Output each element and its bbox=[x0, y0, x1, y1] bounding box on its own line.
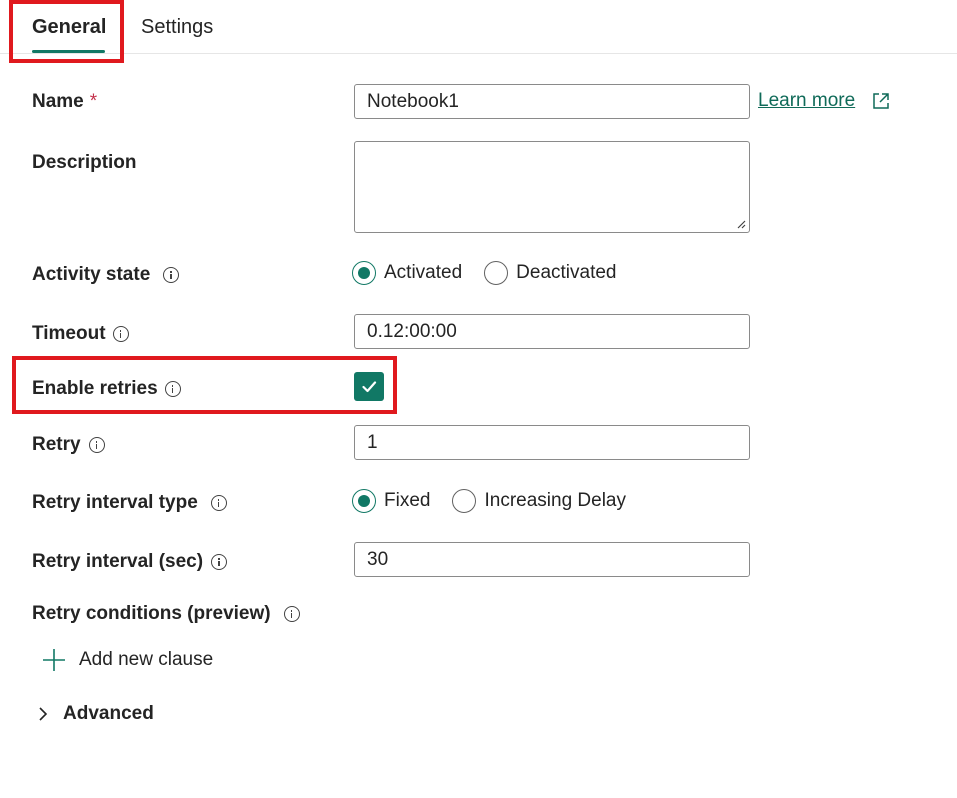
name-label-row: Name * bbox=[32, 91, 97, 113]
chevron-right-icon bbox=[39, 707, 48, 721]
activity-state-label-row: Activity state bbox=[32, 264, 180, 286]
add-new-clause-button[interactable]: Add new clause bbox=[42, 648, 213, 672]
name-input[interactable] bbox=[354, 84, 750, 119]
required-mark: * bbox=[89, 91, 98, 112]
timeout-label-row: Timeout bbox=[32, 323, 129, 345]
retry-label: Retry bbox=[32, 434, 81, 455]
retry-label-row: Retry bbox=[32, 434, 105, 456]
description-label: Description bbox=[32, 152, 137, 173]
timeout-label: Timeout bbox=[32, 323, 106, 344]
timeout-input[interactable] bbox=[354, 314, 750, 349]
retry-interval-input[interactable] bbox=[354, 542, 750, 577]
retry-conditions-label: Retry conditions (preview) bbox=[32, 603, 271, 624]
info-icon[interactable] bbox=[210, 495, 227, 511]
learn-more-link[interactable]: Learn more bbox=[758, 90, 855, 112]
radio-activated[interactable] bbox=[352, 261, 376, 285]
tab-settings[interactable]: Settings bbox=[141, 16, 213, 39]
name-label: Name bbox=[32, 91, 84, 112]
retry-interval-label-row: Retry interval (sec) bbox=[32, 551, 228, 573]
retry-interval-type-radio-group: Fixed Increasing Delay bbox=[352, 489, 648, 513]
add-new-clause-label: Add new clause bbox=[79, 649, 214, 670]
description-textarea[interactable] bbox=[354, 141, 750, 233]
external-link-icon[interactable] bbox=[872, 92, 890, 110]
info-icon[interactable] bbox=[211, 554, 228, 570]
radio-activated-label[interactable]: Activated bbox=[384, 262, 462, 284]
info-icon[interactable] bbox=[283, 606, 300, 622]
highlight-box-enable-retries bbox=[12, 356, 397, 414]
radio-fixed[interactable] bbox=[352, 489, 376, 513]
description-label-row: Description bbox=[32, 152, 137, 174]
retry-conditions-label-row: Retry conditions (preview) bbox=[32, 603, 300, 625]
radio-fixed-label[interactable]: Fixed bbox=[384, 490, 430, 512]
info-icon[interactable] bbox=[163, 267, 180, 283]
highlight-box-general-tab bbox=[9, 0, 124, 63]
tab-bar: General Settings bbox=[0, 0, 957, 54]
retry-interval-type-label-row: Retry interval type bbox=[32, 492, 227, 514]
advanced-expander[interactable]: Advanced bbox=[36, 703, 154, 725]
info-icon[interactable] bbox=[112, 326, 129, 342]
resize-grip-icon[interactable] bbox=[736, 219, 746, 229]
radio-increasing-delay[interactable] bbox=[452, 489, 477, 513]
activity-state-radio-group: Activated Deactivated bbox=[352, 261, 639, 285]
activity-state-label: Activity state bbox=[32, 264, 151, 285]
radio-increasing-delay-label[interactable]: Increasing Delay bbox=[484, 490, 626, 512]
radio-deactivated[interactable] bbox=[484, 261, 509, 285]
retry-interval-label: Retry interval (sec) bbox=[32, 551, 204, 572]
info-icon[interactable] bbox=[88, 437, 105, 453]
plus-icon bbox=[43, 649, 65, 671]
advanced-label: Advanced bbox=[63, 703, 154, 724]
retry-interval-type-label: Retry interval type bbox=[32, 492, 198, 513]
retry-input[interactable] bbox=[354, 425, 750, 460]
radio-deactivated-label[interactable]: Deactivated bbox=[516, 262, 616, 284]
